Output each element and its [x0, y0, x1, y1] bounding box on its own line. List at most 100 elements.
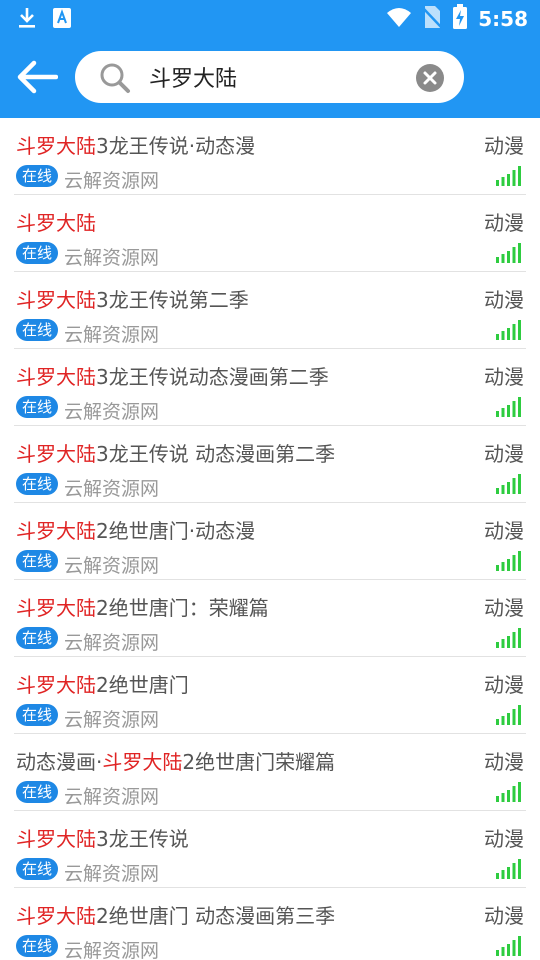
result-title: 斗罗大陆3龙王传说	[16, 823, 189, 852]
title-suffix: 3龙王传说	[96, 827, 189, 851]
signal-strength-icon	[496, 243, 521, 263]
back-button[interactable]	[14, 54, 60, 100]
signal-strength-icon	[496, 320, 521, 340]
title-suffix: 2绝世唐门：荣耀篇	[96, 596, 269, 620]
title-prefix: 动态漫画·	[16, 750, 103, 774]
result-source: 云解资源网	[64, 863, 160, 885]
title-highlight: 斗罗大陆	[16, 904, 96, 928]
signal-strength-icon	[496, 936, 521, 956]
result-source: 云解资源网	[64, 786, 160, 808]
result-category: 动漫	[484, 904, 524, 928]
signal-strength-icon	[496, 397, 521, 417]
result-item[interactable]: 斗罗大陆2绝世唐门 动态漫画第三季 动漫 在线 云解资源网	[0, 888, 540, 960]
result-item[interactable]: 斗罗大陆 动漫 在线 云解资源网	[0, 195, 540, 272]
result-item[interactable]: 斗罗大陆3龙王传说第二季 动漫 在线 云解资源网	[0, 272, 540, 349]
result-category: 动漫	[484, 596, 524, 620]
title-highlight: 斗罗大陆	[16, 519, 96, 543]
result-source: 云解资源网	[64, 709, 160, 731]
no-sim-icon	[422, 5, 443, 33]
app-header: 5:58	[0, 0, 540, 118]
result-source: 云解资源网	[64, 324, 160, 346]
online-badge: 在线	[16, 242, 59, 264]
result-source: 云解资源网	[64, 478, 160, 500]
result-title: 斗罗大陆2绝世唐门 动态漫画第三季	[16, 900, 335, 929]
result-title: 斗罗大陆3龙王传说 动态漫画第二季	[16, 438, 335, 467]
clear-search-icon[interactable]	[416, 64, 444, 92]
back-arrow-icon	[17, 60, 58, 94]
result-title: 动态漫画·斗罗大陆2绝世唐门荣耀篇	[16, 746, 335, 775]
title-suffix: 2绝世唐门荣耀篇	[182, 750, 336, 774]
result-item[interactable]: 斗罗大陆2绝世唐门：荣耀篇 动漫 在线 云解资源网	[0, 580, 540, 657]
online-badge: 在线	[16, 550, 59, 572]
title-suffix: 2绝世唐门	[96, 673, 189, 697]
online-badge: 在线	[16, 781, 59, 803]
result-category: 动漫	[484, 442, 524, 466]
result-source: 云解资源网	[64, 247, 160, 269]
result-source: 云解资源网	[64, 555, 160, 577]
title-highlight: 斗罗大陆	[16, 288, 96, 312]
keyboard-a-icon	[52, 7, 72, 33]
title-highlight: 斗罗大陆	[16, 134, 96, 158]
signal-strength-icon	[496, 859, 521, 879]
result-category: 动漫	[484, 827, 524, 851]
title-highlight: 斗罗大陆	[16, 827, 96, 851]
result-title: 斗罗大陆2绝世唐门：荣耀篇	[16, 592, 269, 621]
result-title: 斗罗大陆3龙王传说·动态漫	[16, 130, 255, 159]
result-item[interactable]: 斗罗大陆3龙王传说 动漫 在线 云解资源网	[0, 811, 540, 888]
search-input[interactable]	[149, 60, 399, 94]
title-suffix: 3龙王传说动态漫画第二季	[96, 365, 329, 389]
search-icon	[99, 62, 131, 98]
result-category: 动漫	[484, 519, 524, 543]
title-highlight: 斗罗大陆	[16, 673, 96, 697]
search-results-list: 斗罗大陆3龙王传说·动态漫 动漫 在线 云解资源网 斗罗大陆 动漫 在线 云解资…	[0, 118, 540, 960]
status-time: 5:58	[478, 7, 528, 31]
title-suffix: 2绝世唐门 动态漫画第三季	[96, 904, 336, 928]
title-suffix: 2绝世唐门·动态漫	[96, 519, 256, 543]
result-title: 斗罗大陆3龙王传说动态漫画第二季	[16, 361, 329, 390]
online-badge: 在线	[16, 396, 59, 418]
result-source: 云解资源网	[64, 401, 160, 423]
title-suffix: 3龙王传说 动态漫画第二季	[96, 442, 336, 466]
result-source: 云解资源网	[64, 632, 160, 654]
signal-strength-icon	[496, 782, 521, 802]
result-item[interactable]: 斗罗大陆3龙王传说·动态漫 动漫 在线 云解资源网	[0, 118, 540, 195]
title-highlight: 斗罗大陆	[16, 596, 96, 620]
online-badge: 在线	[16, 858, 59, 880]
online-badge: 在线	[16, 473, 59, 495]
signal-strength-icon	[496, 628, 521, 648]
result-category: 动漫	[484, 211, 524, 235]
title-suffix: 3龙王传说第二季	[96, 288, 249, 312]
result-title: 斗罗大陆	[16, 207, 96, 236]
result-title: 斗罗大陆2绝世唐门·动态漫	[16, 515, 255, 544]
title-suffix: 3龙王传说·动态漫	[96, 134, 256, 158]
result-title: 斗罗大陆3龙王传说第二季	[16, 284, 249, 313]
result-item[interactable]: 动态漫画·斗罗大陆2绝世唐门荣耀篇 动漫 在线 云解资源网	[0, 734, 540, 811]
result-category: 动漫	[484, 288, 524, 312]
signal-strength-icon	[496, 705, 521, 725]
wifi-icon	[386, 6, 412, 32]
download-icon	[16, 6, 38, 34]
signal-strength-icon	[496, 474, 521, 494]
online-badge: 在线	[16, 935, 59, 957]
online-badge: 在线	[16, 704, 59, 726]
online-badge: 在线	[16, 627, 59, 649]
result-item[interactable]: 斗罗大陆2绝世唐门·动态漫 动漫 在线 云解资源网	[0, 503, 540, 580]
result-category: 动漫	[484, 673, 524, 697]
result-item[interactable]: 斗罗大陆2绝世唐门 动漫 在线 云解资源网	[0, 657, 540, 734]
battery-charging-icon	[452, 4, 468, 34]
title-highlight: 斗罗大陆	[16, 442, 96, 466]
result-category: 动漫	[484, 134, 524, 158]
result-item[interactable]: 斗罗大陆3龙王传说 动态漫画第二季 动漫 在线 云解资源网	[0, 426, 540, 503]
signal-strength-icon	[496, 166, 521, 186]
search-box[interactable]	[75, 51, 464, 103]
title-highlight: 斗罗大陆	[16, 211, 96, 235]
status-bar: 5:58	[0, 0, 540, 36]
result-category: 动漫	[484, 365, 524, 389]
title-highlight: 斗罗大陆	[102, 750, 183, 774]
signal-strength-icon	[496, 551, 521, 571]
title-highlight: 斗罗大陆	[16, 365, 96, 389]
result-category: 动漫	[484, 750, 524, 774]
result-source: 云解资源网	[64, 170, 160, 192]
online-badge: 在线	[16, 319, 59, 341]
result-item[interactable]: 斗罗大陆3龙王传说动态漫画第二季 动漫 在线 云解资源网	[0, 349, 540, 426]
